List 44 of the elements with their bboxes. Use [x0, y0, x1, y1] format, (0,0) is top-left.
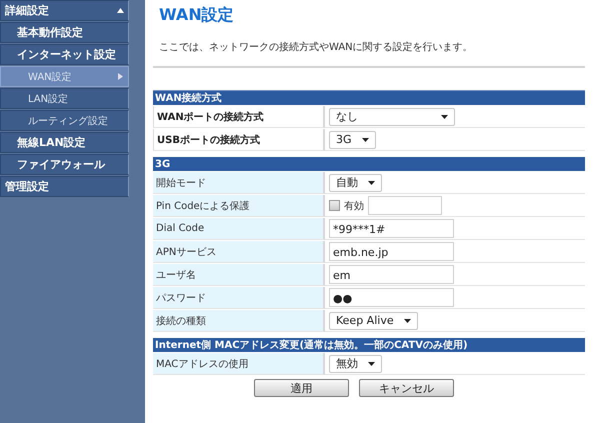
dropdown[interactable]: Keep Alive [329, 312, 418, 330]
field-label: APNサービス [153, 241, 325, 263]
action-button[interactable]: 適用 [254, 379, 349, 397]
section-header: Internet側 MACアドレス変更(通常は無効。一部のCATVのみ使用) [155, 340, 468, 351]
field-label: Pin Codeによる保護 [153, 195, 325, 217]
caret-icon [441, 113, 448, 120]
page-description: ここでは、ネットワークの接続方式やWANに関する設定を行います。 [159, 40, 474, 55]
field-label: 接続の種類 [153, 310, 325, 332]
caret-icon [368, 179, 375, 186]
caret-icon [404, 317, 411, 324]
dropdown[interactable]: 3G [329, 130, 376, 148]
sidebar-item[interactable]: LAN設定 [0, 88, 129, 109]
page-title: WAN設定 [159, 4, 235, 26]
checkbox-label: 有効 [344, 200, 364, 212]
field-label: パスワード [153, 287, 325, 309]
caret-icon [368, 360, 375, 367]
input-field[interactable]: ●● [329, 288, 454, 307]
caret-icon [362, 136, 369, 143]
arrow-icon [117, 73, 124, 80]
sidebar-item[interactable]: ルーティング設定 [0, 110, 129, 131]
field-label: USBポートの接続方式 [153, 129, 325, 151]
dropdown[interactable]: なし [329, 108, 455, 126]
input-field[interactable]: emb.ne.jp [329, 242, 454, 261]
sidebar-item[interactable]: インターネット設定 [0, 44, 129, 65]
sidebar-item[interactable]: ファイアウォール [0, 154, 129, 175]
input-field[interactable] [368, 196, 442, 215]
dropdown[interactable]: 無効 [329, 354, 382, 372]
sidebar-item[interactable]: 基本動作設定 [0, 22, 129, 43]
checkbox[interactable] [329, 200, 340, 211]
input-field[interactable]: *99***1# [329, 219, 454, 238]
field-label: 開始モード [153, 172, 325, 194]
collapse-icon[interactable] [117, 7, 124, 14]
field-label: WANポートの接続方式 [153, 106, 325, 128]
action-button[interactable]: キャンセル [359, 379, 454, 397]
sidebar-item[interactable]: 詳細設定 [0, 0, 129, 21]
dropdown[interactable]: 自動 [329, 174, 382, 192]
section-header: 3G [155, 158, 170, 170]
field-label: MACアドレスの使用 [153, 353, 325, 375]
sidebar-item[interactable]: 管理設定 [0, 176, 129, 197]
field-label: ユーザ名 [153, 264, 325, 286]
field-label: Dial Code [153, 218, 325, 240]
section-header: WAN接続方式 [155, 93, 222, 104]
input-field[interactable]: em [329, 265, 454, 284]
sidebar-item[interactable]: 無線LAN設定 [0, 132, 129, 153]
